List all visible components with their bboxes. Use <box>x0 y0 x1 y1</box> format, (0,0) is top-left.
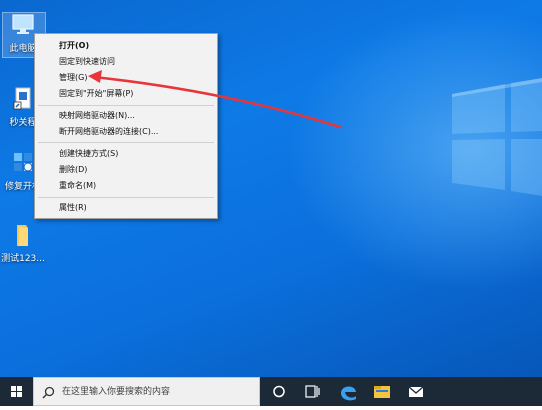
task-view-icon <box>305 385 320 398</box>
task-view-button[interactable] <box>295 377 329 406</box>
windows-start-icon <box>11 386 22 397</box>
file-explorer-icon <box>374 386 390 398</box>
edge-button[interactable] <box>331 377 365 406</box>
search-icon <box>42 386 55 399</box>
taskbar: 在这里输入你要搜索的内容 <box>0 377 542 406</box>
cortana-button[interactable] <box>262 377 296 406</box>
edge-browser-icon <box>341 386 356 401</box>
mail-button[interactable] <box>399 377 433 406</box>
annotation-arrow <box>88 70 342 129</box>
start-button[interactable] <box>0 377 33 406</box>
search-placeholder: 在这里输入你要搜索的内容 <box>62 387 171 397</box>
desktop: 此电脑 秒关程 修复开机 测试123... 打开(O) 固定到快速访问 管理(G… <box>0 0 542 377</box>
cortana-circle-icon <box>273 385 285 398</box>
mail-icon <box>408 386 424 397</box>
file-explorer-button[interactable] <box>365 377 399 406</box>
taskbar-search-box[interactable]: 在这里输入你要搜索的内容 <box>33 377 260 406</box>
